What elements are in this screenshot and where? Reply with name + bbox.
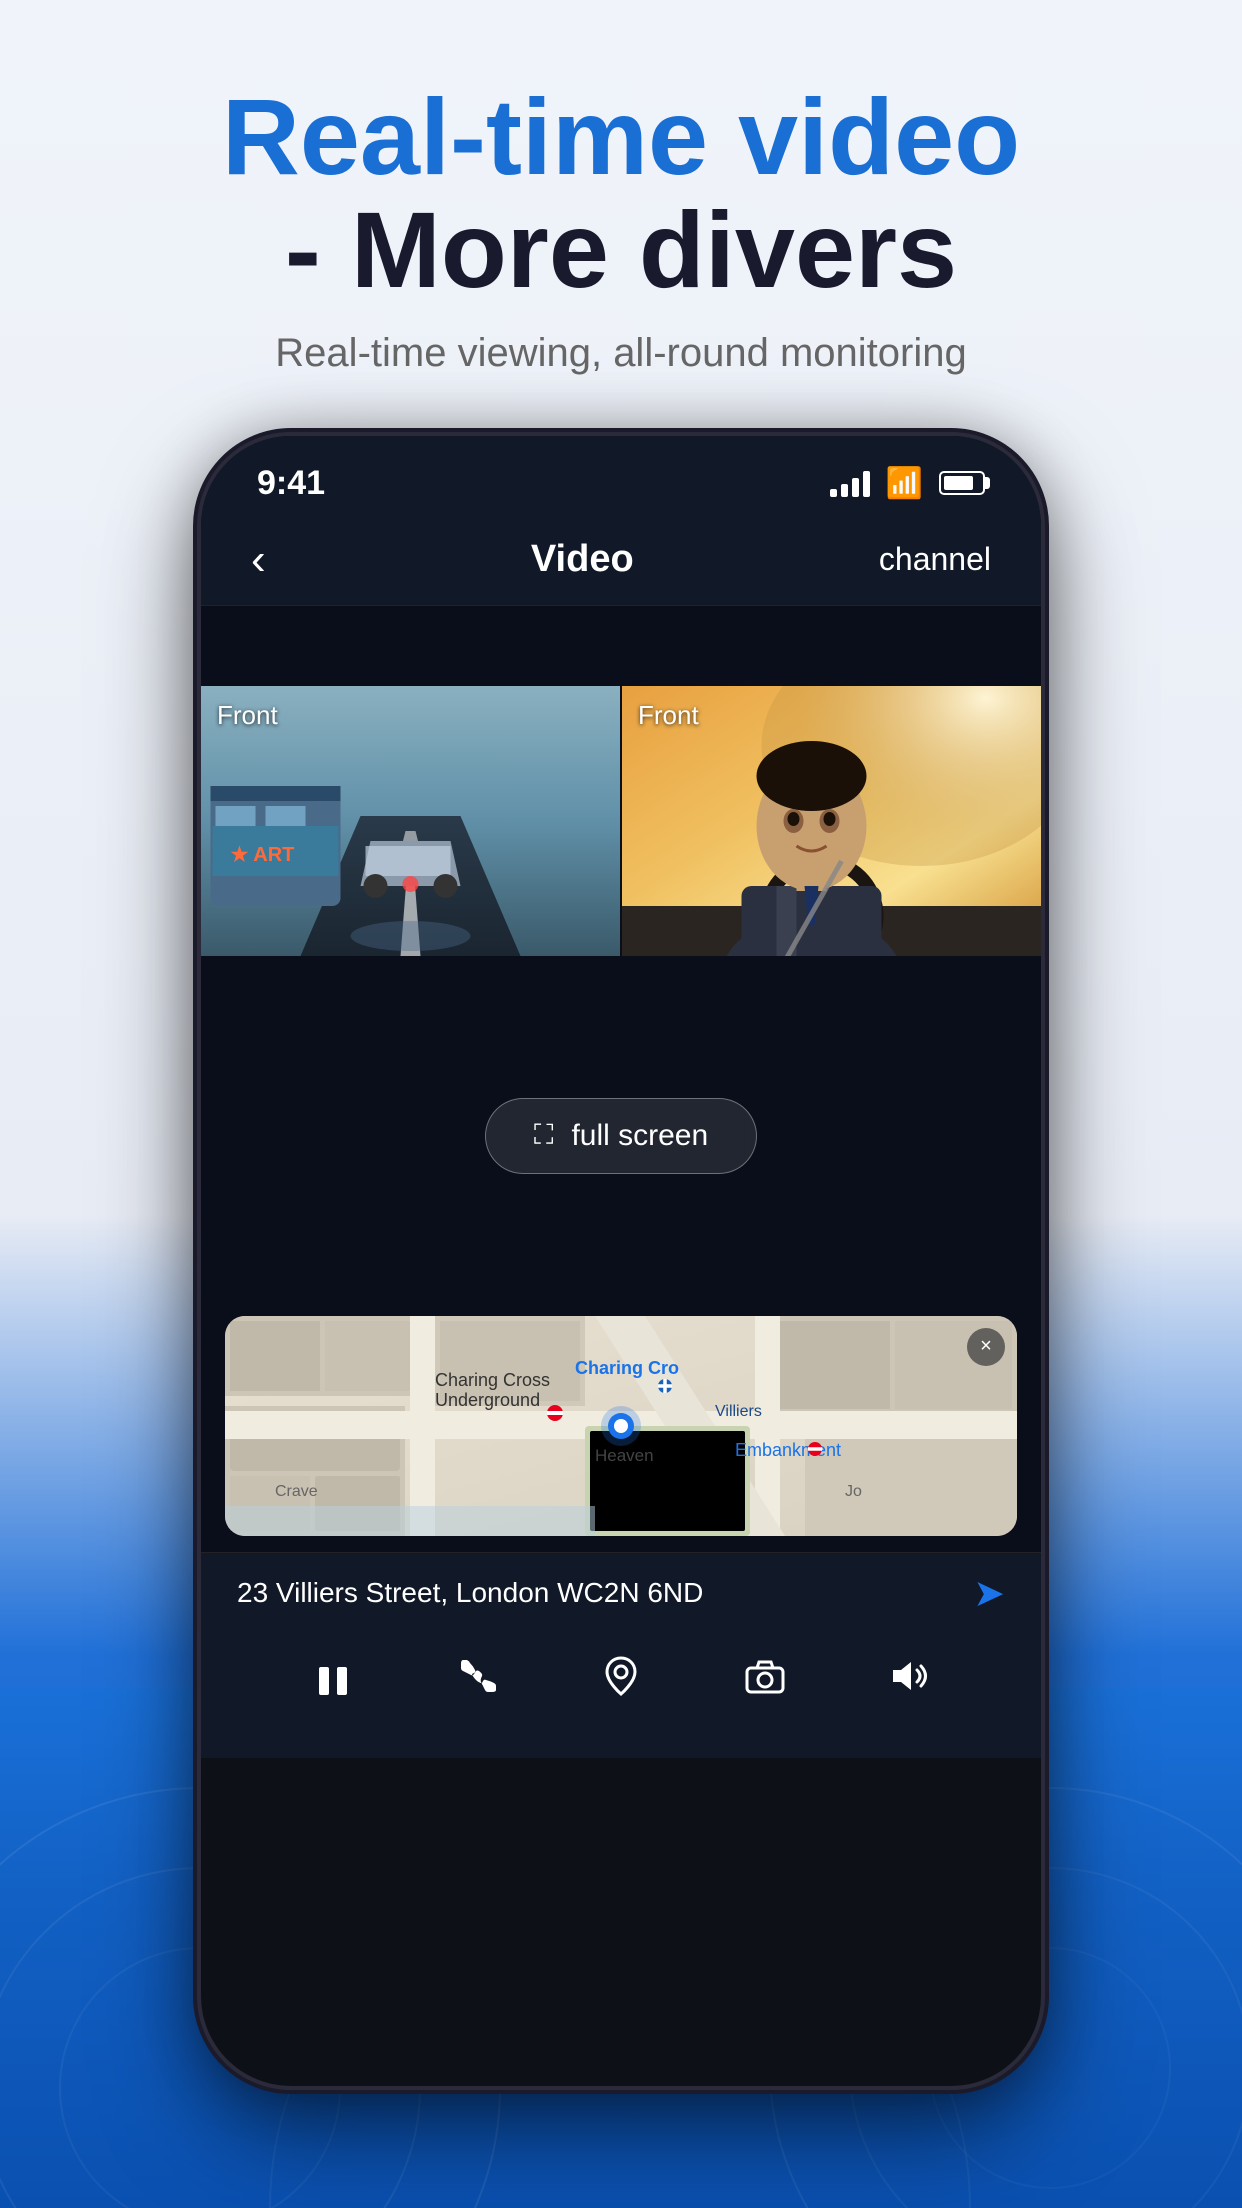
phone-outer-frame: 9:41 📶 xyxy=(201,436,1041,2086)
wifi-icon: 📶 xyxy=(886,466,923,501)
channel1-label: Front xyxy=(217,700,278,731)
map-view[interactable]: Charing Cross Underground Charing Cro He… xyxy=(225,1316,1017,1536)
address-text: 23 Villiers Street, London WC2N 6ND xyxy=(237,1577,703,1609)
call-icon xyxy=(455,1654,499,1698)
fullscreen-label: full screen xyxy=(571,1119,708,1153)
svg-text:Charing Cross: Charing Cross xyxy=(435,1370,550,1390)
main-title-line2: - More divers xyxy=(222,193,1020,306)
svg-text:Crave: Crave xyxy=(275,1483,318,1500)
call-button[interactable] xyxy=(455,1654,499,1708)
status-bar: 9:41 📶 xyxy=(201,436,1041,519)
status-icons: 📶 xyxy=(830,466,985,501)
pause-button[interactable] xyxy=(311,1659,355,1703)
svg-text:★ ART: ★ ART xyxy=(231,844,295,866)
header-section: Real-time video - More divers Real-time … xyxy=(122,0,1120,396)
svg-text:Villiers: Villiers xyxy=(715,1403,762,1420)
map-close-button[interactable]: × xyxy=(967,1328,1005,1366)
camera-icon xyxy=(743,1654,787,1698)
channel-button[interactable]: channel xyxy=(879,541,991,578)
video-cell-road[interactable]: Front xyxy=(201,686,620,956)
description-text: Real-time viewing, all-round monitoring xyxy=(222,331,1020,376)
location-icon xyxy=(599,1654,643,1698)
back-button[interactable]: ‹ xyxy=(251,535,286,585)
status-time: 9:41 xyxy=(257,464,325,503)
phone-mockup: 9:41 📶 xyxy=(181,436,1061,2086)
battery-icon xyxy=(939,471,985,495)
volume-button[interactable] xyxy=(887,1654,931,1708)
map-svg: Charing Cross Underground Charing Cro He… xyxy=(225,1316,1017,1536)
address-bar: 23 Villiers Street, London WC2N 6ND ➤ xyxy=(201,1552,1041,1634)
pause-icon xyxy=(311,1659,355,1703)
volume-icon xyxy=(887,1654,931,1698)
page-wrapper: Real-time video - More divers Real-time … xyxy=(0,0,1242,2208)
map-container: Charing Cross Underground Charing Cro He… xyxy=(201,1316,1041,1552)
nav-title: Video xyxy=(531,538,634,581)
phone-screen: 9:41 📶 xyxy=(201,436,1041,1758)
svg-text:Heaven: Heaven xyxy=(595,1446,654,1465)
video-grid: Front xyxy=(201,686,1041,956)
signal-icon xyxy=(830,469,870,497)
top-video-spacer xyxy=(201,606,1041,686)
svg-text:Charing Cro: Charing Cro xyxy=(575,1358,679,1378)
svg-text:Underground: Underground xyxy=(435,1390,540,1410)
nav-bar: ‹ Video channel xyxy=(201,519,1041,606)
bottom-controls xyxy=(201,1634,1041,1758)
svg-text:Jo: Jo xyxy=(845,1483,862,1500)
video-cell-interior[interactable]: Front xyxy=(622,686,1041,956)
fullscreen-button[interactable]: ⛶ full screen xyxy=(485,1098,757,1174)
fullscreen-icon: ⛶ xyxy=(534,1119,554,1152)
svg-text:Embankment: Embankment xyxy=(735,1440,841,1460)
location-button[interactable] xyxy=(599,1654,643,1708)
channel2-label: Front xyxy=(638,700,699,731)
dark-video-area: ⛶ full screen xyxy=(201,956,1041,1316)
main-title-line1: Real-time video xyxy=(222,80,1020,193)
navigate-icon[interactable]: ➤ xyxy=(973,1571,1005,1616)
camera-button[interactable] xyxy=(743,1654,787,1708)
